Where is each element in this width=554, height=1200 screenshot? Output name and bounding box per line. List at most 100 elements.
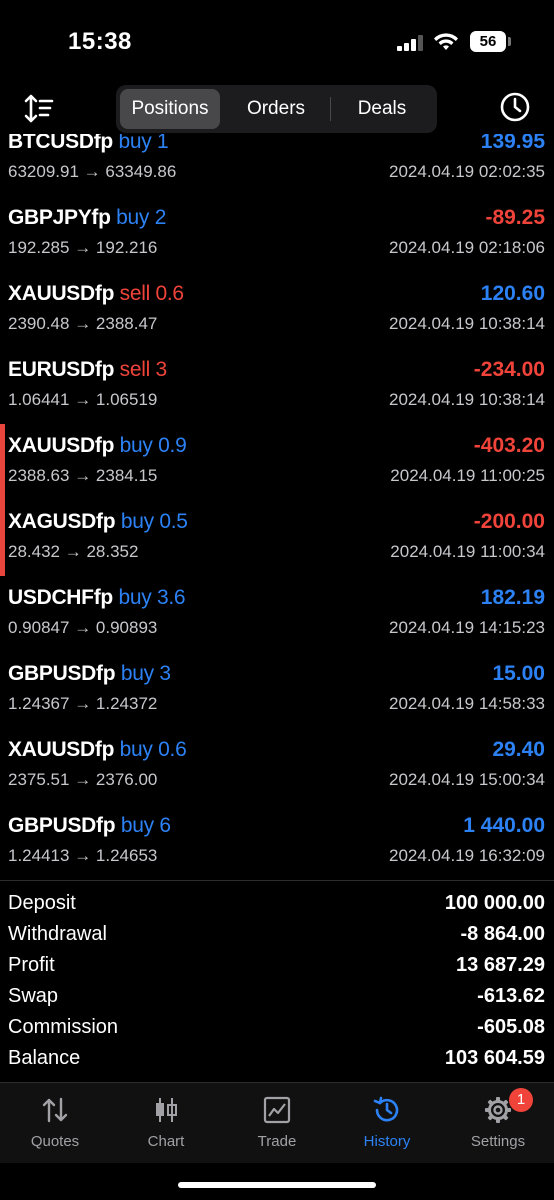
position-profit: 29.40 <box>492 738 545 761</box>
position-prices: 1.06441 → 1.06519 <box>8 390 158 409</box>
position-row[interactable]: XAUUSDfp sell 0.6 120.60 2390.48 → 2388.… <box>0 272 554 348</box>
position-time: 2024.04.19 02:02:35 <box>389 162 545 181</box>
tab-label: Chart <box>147 1133 185 1150</box>
position-row[interactable]: GBPJPYfp buy 2 -89.25 192.285 → 192.216 … <box>0 196 554 272</box>
position-profit: 120.60 <box>480 282 545 305</box>
tab-deals[interactable]: Deals <box>331 89 433 129</box>
position-profit: -403.20 <box>473 434 545 457</box>
top-toolbar: Positions Orders Deals <box>0 82 554 134</box>
summary-deposit: Deposit 100 000.00 <box>0 888 554 919</box>
summary-swap: Swap -613.62 <box>0 981 554 1012</box>
position-symbol: EURUSDfp sell 3 <box>8 358 167 381</box>
summary-value: 100 000.00 <box>444 892 545 914</box>
summary-label: Profit <box>8 954 55 976</box>
position-time: 2024.04.19 10:38:14 <box>389 390 545 409</box>
bottom-tab-bar: Quotes Chart Trade History 1 Settings <box>0 1083 554 1163</box>
history-mode-segmented-control: Positions Orders Deals <box>116 85 437 133</box>
position-prices: 1.24413 → 1.24653 <box>8 846 158 865</box>
position-symbol: XAUUSDfp buy 0.9 <box>8 434 187 457</box>
position-row[interactable]: XAGUSDfp buy 0.5 -200.00 28.432 → 28.352… <box>0 500 554 576</box>
position-prices: 2390.48 → 2388.47 <box>8 314 158 333</box>
position-row[interactable]: XAUUSDfp buy 0.6 29.40 2375.51 → 2376.00… <box>0 728 554 804</box>
summary-withdrawal: Withdrawal -8 864.00 <box>0 919 554 950</box>
trade-chart-icon <box>263 1096 291 1124</box>
tab-label: History <box>363 1133 411 1150</box>
position-row[interactable]: GBPUSDfp buy 6 1 440.00 1.24413 → 1.2465… <box>0 804 554 880</box>
tab-chart[interactable]: Chart <box>111 1083 221 1163</box>
positions-list[interactable]: BTCUSDfp buy 1 139.95 63209.91 → 63349.8… <box>0 134 554 880</box>
summary-label: Swap <box>8 985 59 1007</box>
tab-trade[interactable]: Trade <box>222 1083 332 1163</box>
position-symbol: XAUUSDfp buy 0.6 <box>8 738 187 761</box>
battery-tip <box>508 37 511 46</box>
position-symbol: XAGUSDfp buy 0.5 <box>8 510 188 533</box>
position-time: 2024.04.19 14:15:23 <box>389 618 545 637</box>
status-bar: 15:38 56 <box>0 0 554 80</box>
position-marker <box>0 424 5 500</box>
position-marker <box>0 500 5 576</box>
summary-divider <box>0 880 554 881</box>
position-row[interactable]: XAUUSDfp buy 0.9 -403.20 2388.63 → 2384.… <box>0 424 554 500</box>
position-time: 2024.04.19 02:18:06 <box>389 238 545 257</box>
notification-badge: 1 <box>509 1088 533 1112</box>
position-profit: -89.25 <box>485 206 545 229</box>
position-symbol: BTCUSDfp buy 1 <box>8 134 169 153</box>
summary-commission: Commission -605.08 <box>0 1012 554 1043</box>
position-profit: -234.00 <box>473 358 545 381</box>
position-profit: 182.19 <box>480 586 545 609</box>
summary-value: -8 864.00 <box>460 923 545 945</box>
position-row[interactable]: EURUSDfp sell 3 -234.00 1.06441 → 1.0651… <box>0 348 554 424</box>
summary-label: Balance <box>8 1047 81 1069</box>
position-prices: 0.90847 → 0.90893 <box>8 618 158 637</box>
home-indicator <box>178 1182 376 1188</box>
position-profit: 139.95 <box>480 134 545 153</box>
position-row[interactable]: USDCHFfp buy 3.6 182.19 0.90847 → 0.9089… <box>0 576 554 652</box>
summary-balance: Balance 103 604.59 <box>0 1043 554 1074</box>
clock-icon[interactable] <box>498 90 532 124</box>
position-time: 2024.04.19 10:38:14 <box>389 314 545 333</box>
position-profit: 15.00 <box>492 662 545 685</box>
status-time: 15:38 <box>68 28 132 55</box>
summary-value: -605.08 <box>477 1016 545 1038</box>
position-time: 2024.04.19 16:32:09 <box>389 846 545 865</box>
position-symbol: GBPUSDfp buy 6 <box>8 814 171 837</box>
position-prices: 192.285 → 192.216 <box>8 238 158 257</box>
position-symbol: GBPUSDfp buy 3 <box>8 662 171 685</box>
position-prices: 2375.51 → 2376.00 <box>8 770 158 789</box>
summary-value: -613.62 <box>477 985 545 1007</box>
tab-positions[interactable]: Positions <box>120 89 220 129</box>
position-symbol: GBPJPYfp buy 2 <box>8 206 167 229</box>
position-time: 2024.04.19 11:00:34 <box>390 542 545 561</box>
summary-label: Withdrawal <box>8 923 107 945</box>
tab-label: Settings <box>470 1133 526 1150</box>
tab-label: Trade <box>257 1133 297 1150</box>
position-row[interactable]: GBPUSDfp buy 3 15.00 1.24367 → 1.24372 2… <box>0 652 554 728</box>
wifi-icon <box>434 33 458 50</box>
position-symbol: XAUUSDfp sell 0.6 <box>8 282 184 305</box>
tab-quotes[interactable]: Quotes <box>0 1083 110 1163</box>
position-prices: 28.432 → 28.352 <box>8 542 139 561</box>
battery-indicator: 56 <box>470 31 506 52</box>
position-profit: -200.00 <box>473 510 545 533</box>
candlestick-icon <box>156 1098 177 1122</box>
position-time: 2024.04.19 14:58:33 <box>389 694 545 713</box>
position-time: 2024.04.19 15:00:34 <box>389 770 545 789</box>
tab-history[interactable]: History <box>332 1083 442 1163</box>
tab-label: Quotes <box>30 1133 80 1150</box>
tab-orders[interactable]: Orders <box>223 89 329 129</box>
sort-icon[interactable] <box>22 92 56 126</box>
position-prices: 2388.63 → 2384.15 <box>8 466 158 485</box>
summary-value: 13 687.29 <box>456 954 545 976</box>
position-symbol: USDCHFfp buy 3.6 <box>8 586 186 609</box>
summary-label: Commission <box>8 1016 119 1038</box>
history-icon <box>373 1096 399 1122</box>
position-profit: 1 440.00 <box>463 814 545 837</box>
position-prices: 1.24367 → 1.24372 <box>8 694 158 713</box>
position-prices: 63209.91 → 63349.86 <box>8 162 177 181</box>
summary-label: Deposit <box>8 892 76 914</box>
position-row[interactable]: BTCUSDfp buy 1 139.95 63209.91 → 63349.8… <box>0 134 554 196</box>
quotes-icon <box>42 1097 68 1123</box>
summary-profit: Profit 13 687.29 <box>0 950 554 981</box>
tab-settings[interactable]: 1 Settings <box>443 1083 553 1163</box>
cellular-signal-icon <box>397 35 425 51</box>
